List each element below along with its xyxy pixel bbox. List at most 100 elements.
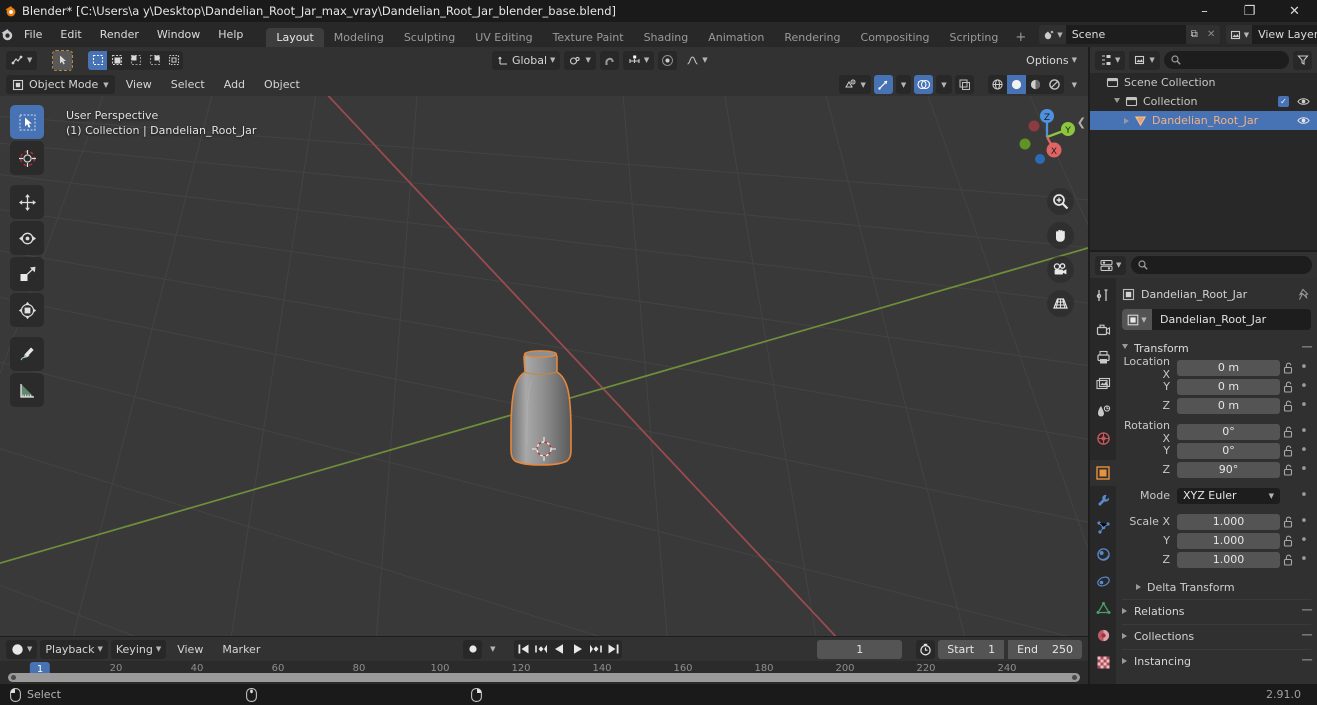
- scrollbar-right-handle[interactable]: [1072, 675, 1077, 680]
- scale-z-field[interactable]: 1.000: [1177, 551, 1280, 568]
- measure-tool[interactable]: [10, 373, 44, 407]
- object-tab[interactable]: [1090, 460, 1116, 486]
- gizmo-options-button[interactable]: ▼: [895, 75, 912, 94]
- outliner-display-mode-button[interactable]: ▼: [1129, 50, 1160, 70]
- use-preview-range-icon[interactable]: [916, 639, 936, 659]
- object-mode-selector[interactable]: Object Mode ▼: [6, 75, 115, 94]
- location-z-lock-icon[interactable]: [1280, 400, 1297, 412]
- disclosure-triangle-icon[interactable]: [1114, 97, 1120, 106]
- material-tab[interactable]: [1090, 622, 1116, 648]
- location-x-animate-button[interactable]: •: [1297, 361, 1311, 374]
- object-data-tab[interactable]: [1090, 595, 1116, 621]
- world-tab[interactable]: [1090, 425, 1116, 451]
- location-z-field[interactable]: 0 m: [1177, 397, 1280, 414]
- viewport-menu-object[interactable]: Object: [256, 75, 308, 94]
- camera-icon[interactable]: [1047, 256, 1074, 283]
- keying-menu[interactable]: Keying ▼: [110, 639, 167, 659]
- scale-y-lock-icon[interactable]: [1280, 535, 1297, 547]
- delta-transform-disclosure-icon[interactable]: [1136, 584, 1141, 590]
- outliner-editor-type-button[interactable]: ▼: [1095, 50, 1126, 70]
- workspace-tab-rendering[interactable]: Rendering: [774, 28, 850, 47]
- viewport-canvas[interactable]: [0, 96, 1088, 636]
- xray-toggle-button[interactable]: [954, 75, 974, 94]
- pivot-point-button[interactable]: ▼: [564, 50, 596, 70]
- auto-keying-options-button[interactable]: ▼: [485, 640, 500, 659]
- output-tab[interactable]: [1090, 344, 1116, 370]
- tweak-select-tool[interactable]: [10, 105, 44, 139]
- workspace-tab-texture-paint[interactable]: Texture Paint: [543, 28, 634, 47]
- tweak-tool-button[interactable]: [52, 49, 74, 71]
- scene-tab[interactable]: [1090, 398, 1116, 424]
- play-reverse-icon[interactable]: [550, 640, 568, 659]
- outliner-row-scene-collection[interactable]: Scene Collection: [1090, 73, 1317, 92]
- workspace-tab-compositing[interactable]: Compositing: [851, 28, 940, 47]
- perspective-grid-icon[interactable]: [1047, 290, 1074, 317]
- object-browse-button[interactable]: ▼: [1122, 309, 1152, 330]
- snap-to-button[interactable]: ▼: [622, 50, 655, 70]
- scene-unlink-button[interactable]: ✕: [1202, 25, 1220, 44]
- maximize-button[interactable]: ❐: [1227, 0, 1272, 22]
- view-layer-browse-button[interactable]: ▼: [1225, 25, 1253, 44]
- tool-tab[interactable]: [1090, 282, 1116, 308]
- relations-disclosure-icon[interactable]: [1122, 608, 1127, 614]
- current-frame-field[interactable]: 1: [817, 639, 903, 659]
- menu-edit[interactable]: Edit: [51, 26, 90, 44]
- playback-menu[interactable]: Playback ▼: [40, 639, 108, 659]
- scale-x-field[interactable]: 1.000: [1177, 513, 1280, 530]
- snap-magnet-button[interactable]: [599, 50, 619, 70]
- scale-tool[interactable]: [10, 257, 44, 291]
- add-workspace-button[interactable]: +: [1008, 28, 1033, 47]
- editor-type-button[interactable]: ▼: [6, 50, 38, 70]
- eye-icon[interactable]: [1297, 115, 1310, 126]
- texture-tab[interactable]: [1090, 649, 1116, 675]
- workspace-tab-animation[interactable]: Animation: [698, 28, 774, 47]
- 3d-viewport[interactable]: User Perspective (1) Collection | Dandel…: [0, 96, 1088, 636]
- timeline-scrollbar[interactable]: [8, 673, 1080, 682]
- scale-x-animate-button[interactable]: •: [1297, 515, 1311, 528]
- minimize-button[interactable]: –: [1182, 0, 1227, 22]
- select-new-button[interactable]: [88, 50, 108, 70]
- zoom-icon[interactable]: [1047, 188, 1074, 215]
- pin-icon[interactable]: [1298, 288, 1311, 301]
- location-x-lock-icon[interactable]: [1280, 362, 1297, 374]
- location-z-animate-button[interactable]: •: [1297, 399, 1311, 412]
- outliner-row-dandelian-root-jar[interactable]: Dandelian_Root_Jar: [1090, 111, 1317, 130]
- cursor-tool[interactable]: [10, 141, 44, 175]
- workspace-tab-scripting[interactable]: Scripting: [939, 28, 1008, 47]
- play-icon[interactable]: [568, 640, 586, 659]
- select-extend-button[interactable]: [107, 50, 127, 70]
- properties-search-input[interactable]: [1131, 256, 1312, 274]
- menu-help[interactable]: Help: [209, 26, 252, 44]
- object-name-field[interactable]: Dandelian_Root_Jar: [1152, 309, 1311, 330]
- annotate-tool[interactable]: [10, 337, 44, 371]
- rotation-y-field[interactable]: 0°: [1177, 442, 1280, 459]
- timeline-marker-menu[interactable]: Marker: [214, 640, 268, 659]
- rotation-mode-animate-button[interactable]: •: [1297, 489, 1311, 502]
- sidebar-collapse-arrow-icon[interactable]: ❮: [1077, 116, 1086, 129]
- instancing-panel[interactable]: Instancing ━━: [1122, 649, 1312, 672]
- workspace-tab-uv-editing[interactable]: UV Editing: [465, 28, 542, 47]
- select-intersect-button[interactable]: [164, 50, 184, 70]
- viewport-menu-view[interactable]: View: [118, 75, 160, 94]
- transform-disclosure-icon[interactable]: [1122, 344, 1128, 352]
- physics-tab[interactable]: [1090, 541, 1116, 567]
- select-invert-button[interactable]: [145, 50, 165, 70]
- select-subtract-button[interactable]: [126, 50, 146, 70]
- scene-name-field[interactable]: Scene: [1065, 25, 1186, 44]
- transform-tool[interactable]: [10, 293, 44, 327]
- jump-to-end-icon[interactable]: [604, 640, 622, 659]
- viewport-menu-select[interactable]: Select: [163, 75, 213, 94]
- constraint-tab[interactable]: [1090, 568, 1116, 594]
- proportional-edit-button[interactable]: [658, 50, 678, 70]
- location-x-field[interactable]: 0 m: [1177, 359, 1280, 376]
- outliner-filter-button[interactable]: [1293, 50, 1312, 70]
- solid-shading-button[interactable]: [1006, 75, 1026, 94]
- rotation-z-animate-button[interactable]: •: [1297, 463, 1311, 476]
- rendered-shading-button[interactable]: [1044, 75, 1064, 94]
- collections-disclosure-icon[interactable]: [1122, 633, 1127, 639]
- workspace-tab-sculpting[interactable]: Sculpting: [394, 28, 465, 47]
- rotation-x-field[interactable]: 0°: [1177, 423, 1280, 440]
- collections-panel[interactable]: Collections ━━: [1122, 624, 1312, 647]
- workspace-tab-layout[interactable]: Layout: [266, 28, 324, 47]
- modifier-tab[interactable]: [1090, 487, 1116, 513]
